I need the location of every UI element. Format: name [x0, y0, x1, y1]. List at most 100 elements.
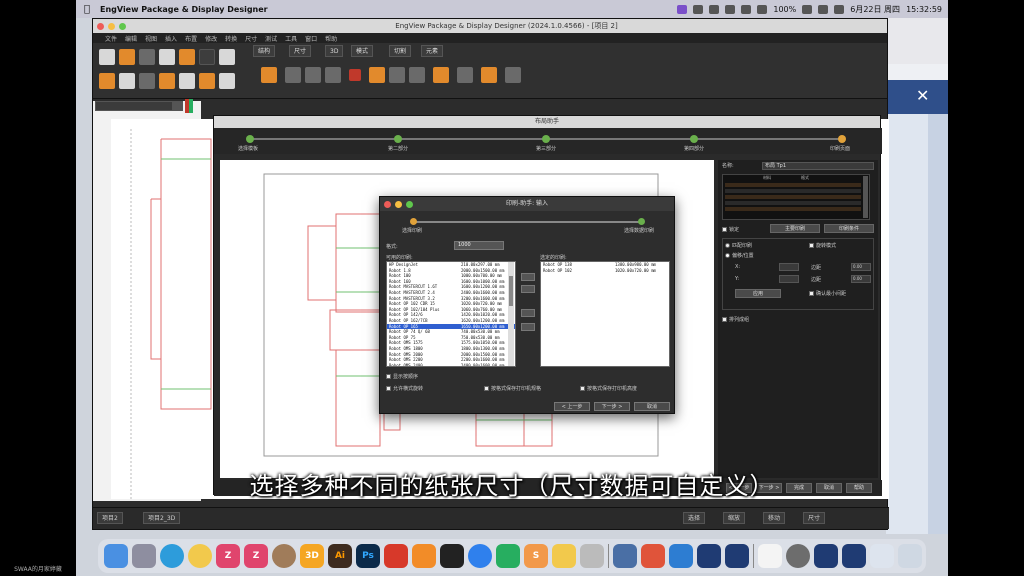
min-spacing-checkbox[interactable]: 确认最小间距: [809, 290, 846, 297]
y-offset-field[interactable]: [779, 275, 799, 283]
pen-app-icon[interactable]: [412, 544, 436, 568]
rotate-mode-checkbox[interactable]: 旋转模式: [809, 242, 836, 249]
menu-file[interactable]: 文件: [105, 34, 117, 43]
group-arrange-checkbox[interactable]: 排列成组: [722, 316, 749, 323]
allow-rotate-checkbox[interactable]: 允许横式旋转: [386, 385, 423, 392]
screenshot-file-icon[interactable]: [870, 544, 894, 568]
status-move[interactable]: 移动: [763, 512, 786, 524]
status-dimension[interactable]: 尺寸: [803, 512, 826, 524]
radio-circle[interactable]: [725, 253, 730, 258]
printer-back-button[interactable]: < 上一步: [554, 402, 590, 411]
add-printer-button[interactable]: [521, 273, 535, 281]
x-offset-field[interactable]: [779, 263, 799, 271]
engview-file-alt-icon[interactable]: [842, 544, 866, 568]
printer-minimize-button[interactable]: [395, 201, 402, 208]
match-print-radio[interactable]: 匹配印刷: [725, 242, 752, 249]
bluetooth-icon[interactable]: [709, 4, 720, 14]
save-icon[interactable]: [139, 49, 155, 65]
remove-printer-button[interactable]: [521, 309, 535, 317]
array-tool-icon[interactable]: [433, 67, 449, 83]
doc-tab-project2[interactable]: 项目2: [97, 512, 123, 524]
printer-cancel-button[interactable]: 取消: [634, 402, 670, 411]
table-row[interactable]: [725, 189, 861, 193]
doc-tab-project2-3d[interactable]: 项目2_3D: [143, 512, 181, 524]
save-height-box[interactable]: [580, 386, 585, 391]
engview-icon[interactable]: [697, 544, 721, 568]
toolbar-tab-mode[interactable]: 模式: [351, 45, 374, 57]
acrobat-icon[interactable]: [384, 544, 408, 568]
save-width-box[interactable]: [484, 386, 489, 391]
compass-icon[interactable]: [272, 544, 296, 568]
group-arrange-box[interactable]: [722, 317, 727, 322]
layers-tool-icon[interactable]: [457, 67, 473, 83]
line-tool-icon[interactable]: [285, 67, 301, 83]
safari-icon[interactable]: [160, 544, 184, 568]
printer-next-button[interactable]: 下一步 >: [594, 402, 630, 411]
printers-scrollbar[interactable]: [508, 262, 514, 366]
lock-checkbox-box[interactable]: [722, 227, 727, 232]
layout-name-field[interactable]: 布局 Tp1: [762, 162, 874, 170]
allow-rotate-box[interactable]: [386, 386, 391, 391]
show-in-order-box[interactable]: [386, 374, 391, 379]
save-height-checkbox[interactable]: 按格式保存打印机高度: [580, 385, 637, 392]
menu-window[interactable]: 窗口: [305, 34, 317, 43]
apple-icon[interactable]: : [80, 4, 94, 15]
close-window-button[interactable]: [97, 22, 104, 30]
toolbar-tab-3d[interactable]: 3D: [325, 45, 344, 57]
screen-record-icon[interactable]: [677, 4, 688, 14]
volume-icon[interactable]: [725, 4, 736, 14]
format-select[interactable]: 1000: [454, 241, 504, 250]
stop-icon[interactable]: [349, 69, 361, 81]
menubar-app-name[interactable]: EngView Package & Display Designer: [100, 5, 268, 14]
undo-icon[interactable]: [219, 49, 235, 65]
trash-icon[interactable]: [898, 544, 922, 568]
terminal-icon[interactable]: [440, 544, 464, 568]
zoom-icon[interactable]: [159, 49, 175, 65]
display-icon[interactable]: [757, 4, 768, 14]
cloud-app-icon[interactable]: [669, 544, 693, 568]
zoom-out-icon[interactable]: [179, 73, 195, 89]
menu-transform[interactable]: 转换: [225, 34, 237, 43]
selected-printers-list[interactable]: Robot OP 138 1380.00x980.00 mm Robot OP 10…: [540, 261, 670, 367]
printer-close-button[interactable]: [384, 201, 391, 208]
minimize-window-button[interactable]: [108, 22, 115, 30]
chrome-icon[interactable]: [188, 544, 212, 568]
toolbar-tab-structure[interactable]: 结构: [253, 45, 276, 57]
margin-y-field[interactable]: 0.00: [851, 275, 871, 283]
rotate-mode-box[interactable]: [809, 243, 814, 248]
new-file-icon[interactable]: [99, 49, 115, 65]
open-icon[interactable]: [99, 73, 115, 89]
lock-checkbox[interactable]: 锁定: [722, 226, 739, 233]
remove-all-button[interactable]: [521, 323, 535, 331]
layer-combo[interactable]: [95, 101, 173, 111]
margin-x-field[interactable]: 0.00: [851, 263, 871, 271]
control-center-icon[interactable]: [834, 4, 845, 14]
finder-icon[interactable]: [104, 544, 128, 568]
add-all-button[interactable]: [521, 285, 535, 293]
engview-designer-icon[interactable]: [725, 544, 749, 568]
toolbar-tab-elements[interactable]: 元素: [421, 45, 444, 57]
open-folder-icon[interactable]: [119, 49, 135, 65]
menu-tools[interactable]: 工具: [285, 34, 297, 43]
printer-app-icon[interactable]: [613, 544, 637, 568]
min-spacing-box[interactable]: [809, 291, 814, 296]
menu-help[interactable]: 帮助: [325, 34, 337, 43]
keyboard-icon[interactable]: [741, 4, 752, 14]
settings-icon[interactable]: [786, 544, 810, 568]
menu-insert[interactable]: 插入: [165, 34, 177, 43]
search-icon[interactable]: [818, 4, 829, 14]
save-width-checkbox[interactable]: 按格式保存打印机规格: [484, 385, 541, 392]
notes-icon[interactable]: [552, 544, 576, 568]
chevron-down-icon[interactable]: [173, 101, 183, 111]
menu-arrange[interactable]: 布置: [185, 34, 197, 43]
show-in-order-checkbox[interactable]: 显示按顺序: [386, 373, 418, 380]
status-zoom[interactable]: 缩放: [723, 512, 746, 524]
utility-icon[interactable]: [580, 544, 604, 568]
refresh-icon[interactable]: [139, 73, 155, 89]
copy-tool-icon[interactable]: [389, 67, 405, 83]
zcad-alt-icon[interactable]: Z: [244, 544, 268, 568]
meeting-app-icon[interactable]: [468, 544, 492, 568]
wechat-dock-icon[interactable]: [496, 544, 520, 568]
rotate-tool-icon[interactable]: [325, 67, 341, 83]
table-scrollbar[interactable]: [863, 176, 868, 218]
